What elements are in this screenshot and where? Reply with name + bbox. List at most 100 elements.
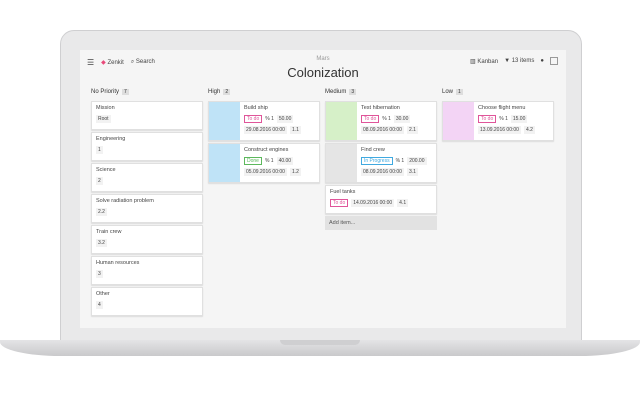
column-high: High 2 Build ship To do% 1 50.00 29.08.2016 0… [208, 89, 320, 185]
column-header: Medium 3 [325, 89, 437, 97]
due-date: 29.08.2016 00:00 [244, 126, 287, 134]
filter-icon: ▼ [504, 58, 511, 64]
percent-field: % 1 [499, 116, 508, 122]
status-badge: In Progress [361, 157, 393, 165]
card[interactable]: Find crew In Progress% 1 200.00 08.09.2016 … [325, 143, 437, 183]
card-title: Science [96, 167, 116, 173]
percent-field: % 1 [265, 116, 274, 122]
card-value: 1 [96, 146, 103, 154]
card-title: Engineering [96, 136, 126, 142]
card-id: 1.1 [289, 126, 301, 134]
percent-value: 1 [401, 158, 405, 164]
card-id: 4.2 [523, 126, 535, 134]
card-title: Build ship [244, 105, 268, 111]
card-image [209, 102, 240, 140]
card[interactable]: Construct engines Done% 1 40.00 05.09.2016 … [208, 143, 320, 183]
card[interactable]: Other 4 [91, 287, 203, 316]
percent-value: 1 [270, 158, 274, 164]
card[interactable]: Solve radiation problem 2.2 [91, 194, 203, 223]
column-title: Medium [325, 89, 347, 95]
column-count: 3 [349, 89, 357, 95]
card-id: 1.2 [289, 168, 301, 176]
add-item-button[interactable]: Add item... [325, 216, 437, 230]
due-date: 08.09.2016 00:00 [361, 126, 404, 134]
column-count: 2 [223, 89, 231, 95]
card-title: Fuel tanks [330, 189, 356, 195]
card-image [326, 144, 357, 182]
column-title: No Priority [91, 89, 120, 95]
column-low: Low 1 Choose flight menu To do% 1 15.00 13.09… [442, 89, 554, 143]
page-title: Colonization [287, 65, 359, 80]
laptop-notch [280, 340, 360, 345]
card-image [209, 144, 240, 182]
amount: 200.00 [407, 157, 427, 165]
amount: 30.00 [393, 115, 411, 123]
status-badge: To do [361, 115, 380, 123]
card-value: 4 [96, 301, 103, 309]
card[interactable]: Engineering 1 [91, 132, 203, 161]
card-value: Root [96, 115, 111, 123]
card-title: Human resources [96, 260, 140, 266]
percent-value: 1 [505, 116, 508, 122]
card-value: 3 [96, 270, 103, 278]
percent-field: % 1 [395, 158, 405, 164]
due-date: 14.09.2016 00:00 [351, 199, 395, 207]
card-value: 3.2 [96, 239, 107, 247]
amount: 40.00 [276, 157, 294, 165]
card[interactable]: Fuel tanks To do 14.09.2016 00:00 4.1 [325, 185, 437, 214]
column-header: High 2 [208, 89, 320, 97]
card-id: 3.1 [406, 168, 418, 176]
header: ☰ ◆ Zenkit ⌕ Search Mars Colonization ▥ … [80, 50, 566, 90]
status-badge: To do [478, 115, 497, 123]
card-title: Test hibernation [361, 105, 400, 111]
sidebar-toggle-icon[interactable] [550, 57, 558, 65]
card[interactable]: Science 2 [91, 163, 203, 192]
column-title: Low [442, 89, 454, 95]
card[interactable]: Train crew 3.2 [91, 225, 203, 254]
column-header: Low 1 [442, 89, 554, 97]
card-title: Mission [96, 105, 115, 111]
card-image [326, 102, 357, 140]
view-label: Kanban [477, 58, 499, 65]
column-count: 1 [456, 89, 463, 95]
kanban-icon: ▥ [470, 58, 476, 65]
status-badge: Done [244, 157, 262, 165]
card-value: 2 [96, 177, 103, 185]
due-date: 08.09.2016 00:00 [361, 168, 404, 176]
column-title: High [208, 89, 221, 95]
amount: 15.00 [510, 115, 528, 123]
view-switch[interactable]: ▥ Kanban [470, 58, 498, 65]
due-date: 05.09.2016 00:00 [244, 168, 287, 176]
card-title: Solve radiation problem [96, 198, 154, 204]
notification-icon[interactable]: ● [540, 58, 544, 64]
status-badge: To do [330, 199, 349, 207]
filter-button[interactable]: ▼ 13 items [504, 58, 534, 64]
column-no-priority: No Priority 7 Mission Root Engineering 1 Scien… [91, 89, 203, 318]
card-image [443, 102, 474, 140]
percent-value: 1 [271, 116, 274, 122]
column-header: No Priority 7 [91, 89, 203, 97]
card-id: 2.1 [406, 126, 418, 134]
card-title: Train crew [96, 229, 122, 235]
amount: 50.00 [276, 115, 294, 123]
card[interactable]: Mission Root [91, 101, 203, 130]
percent-field: % 1 [264, 158, 274, 164]
percent-field: % 1 [382, 116, 391, 122]
card-title: Find crew [361, 147, 385, 153]
card[interactable]: Choose flight menu To do% 1 15.00 13.09.201… [442, 101, 554, 141]
card[interactable]: Build ship To do% 1 50.00 29.08.2016 00:00 1… [208, 101, 320, 141]
card[interactable]: Human resources 3 [91, 256, 203, 285]
card-title: Choose flight menu [478, 105, 526, 111]
column-medium: Medium 3 Test hibernation To do% 1 30.00 08.0… [325, 89, 437, 230]
app-screen: ☰ ◆ Zenkit ⌕ Search Mars Colonization ▥ … [80, 50, 566, 328]
column-count: 7 [122, 89, 129, 95]
items-count: 13 items [511, 58, 535, 64]
percent-value: 1 [388, 116, 391, 122]
card[interactable]: Test hibernation To do% 1 30.00 08.09.2016 … [325, 101, 437, 141]
card-value: 2.2 [96, 208, 107, 216]
card-title: Other [96, 291, 110, 297]
due-date: 13.09.2016 00:00 [478, 126, 521, 134]
card-id: 4.1 [397, 199, 409, 207]
card-title: Construct engines [244, 147, 289, 153]
status-badge: To do [244, 115, 263, 123]
